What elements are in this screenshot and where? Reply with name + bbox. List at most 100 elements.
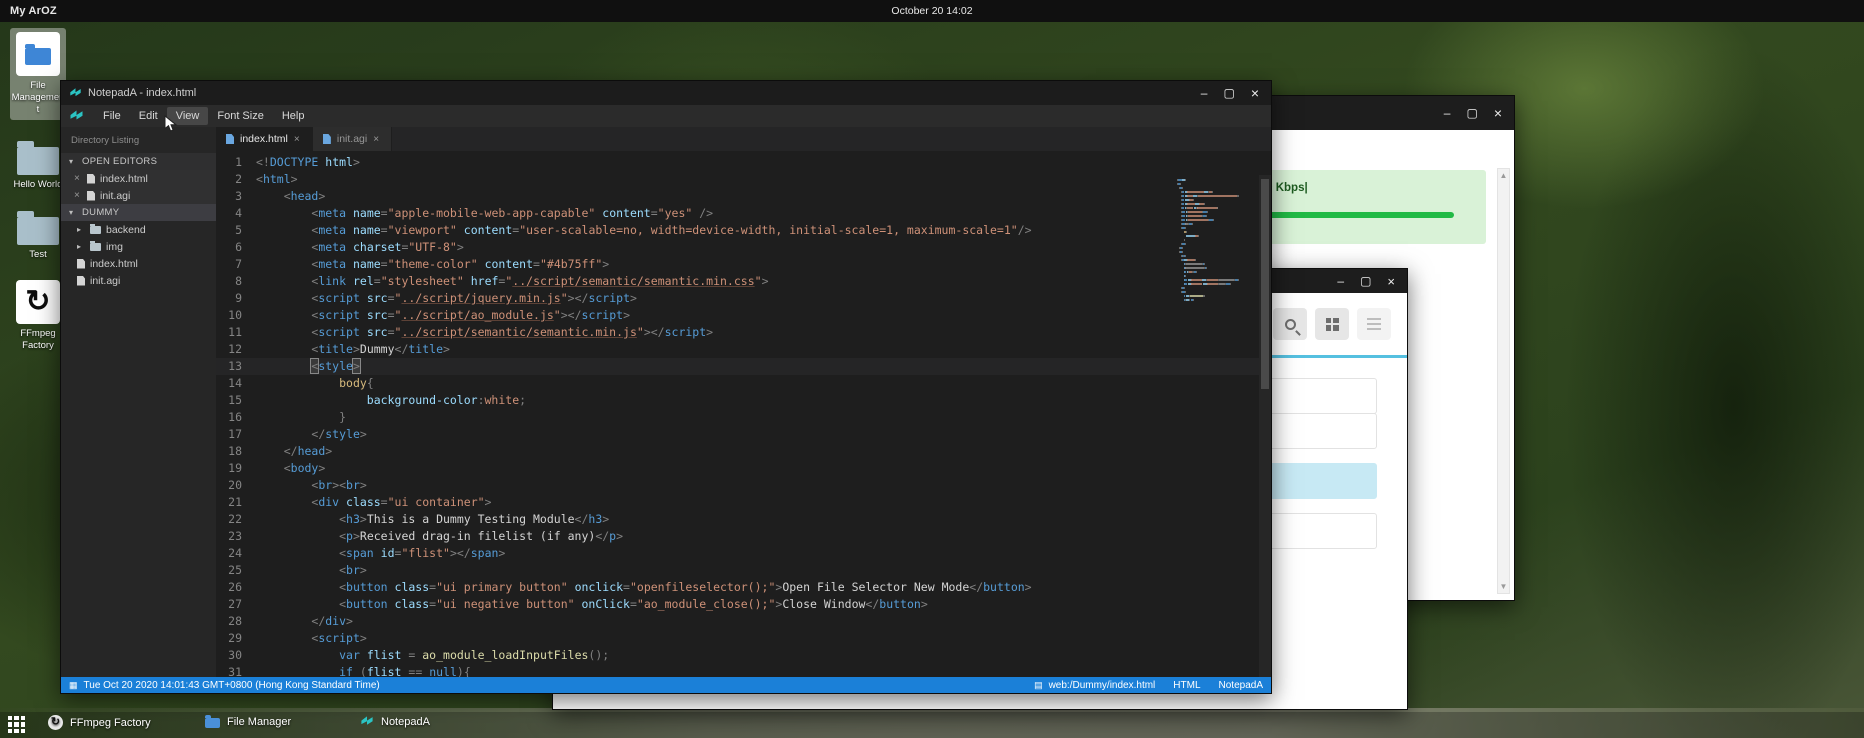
tab-index.html[interactable]: index.html× bbox=[216, 127, 313, 151]
recycle-icon: ↻ bbox=[48, 715, 63, 730]
chevron-down-icon: ▾ bbox=[69, 157, 77, 166]
window-titlebar[interactable]: NotepadA - index.html – ▢ × bbox=[61, 81, 1271, 105]
editor-tabbar: index.html×init.agi× bbox=[216, 127, 1271, 151]
code-line-18[interactable]: 18 </head> bbox=[216, 443, 1271, 460]
code-line-31[interactable]: 31 if (flist == null){ bbox=[216, 664, 1271, 677]
code-line-13[interactable]: 13 <style> bbox=[216, 358, 1271, 375]
minimize-icon[interactable]: – bbox=[1337, 275, 1344, 287]
close-icon[interactable]: × bbox=[74, 173, 82, 184]
code-line-14[interactable]: 14 body{ bbox=[216, 375, 1271, 392]
folder-icon bbox=[17, 147, 59, 175]
file-icon bbox=[77, 276, 85, 286]
scroll-up-icon[interactable]: ▲ bbox=[1500, 171, 1508, 180]
code-line-10[interactable]: 10 <script src="../script/ao_module.js">… bbox=[216, 307, 1271, 324]
code-line-30[interactable]: 30 var flist = ao_module_loadInputFiles(… bbox=[216, 647, 1271, 664]
desktop-icon-file-management[interactable]: File Management bbox=[10, 28, 66, 120]
maximize-icon[interactable]: ▢ bbox=[1360, 275, 1371, 287]
code-line-6[interactable]: 6 <meta charset="UTF-8"> bbox=[216, 239, 1271, 256]
minimize-icon[interactable]: – bbox=[1444, 107, 1451, 119]
section-dummy-folder[interactable]: ▾DUMMY bbox=[61, 204, 216, 221]
close-icon[interactable]: × bbox=[74, 190, 82, 201]
file-management-icon bbox=[16, 32, 60, 76]
scroll-down-icon[interactable]: ▼ bbox=[1500, 582, 1508, 591]
scrollbar[interactable]: ▲ ▼ bbox=[1497, 168, 1510, 594]
taskbar-item-ffmpeg-factory[interactable]: ↻ FFmpeg Factory bbox=[48, 715, 151, 730]
menu-edit[interactable]: Edit bbox=[130, 107, 167, 125]
code-line-19[interactable]: 19 <body> bbox=[216, 460, 1271, 477]
directory-sidebar: Directory Listing ▾OPEN EDITORS×index.ht… bbox=[61, 127, 216, 677]
code-line-24[interactable]: 24 <span id="flist"></span> bbox=[216, 545, 1271, 562]
minimap[interactable] bbox=[1177, 179, 1255, 303]
maximize-icon[interactable]: ▢ bbox=[1223, 87, 1234, 99]
search-icon bbox=[1285, 319, 1296, 330]
code-line-1[interactable]: 1<!DOCTYPE html> bbox=[216, 154, 1271, 171]
list-view-button[interactable] bbox=[1357, 308, 1391, 340]
system-topbar: My ArOZ October 20 14:02 bbox=[0, 0, 1864, 22]
code-line-28[interactable]: 28 </div> bbox=[216, 613, 1271, 630]
open-editor-index.html[interactable]: ×index.html bbox=[61, 170, 216, 187]
code-line-26[interactable]: 26 <button class="ui primary button" onc… bbox=[216, 579, 1271, 596]
file-icon bbox=[87, 191, 95, 201]
blue-folder-glyph bbox=[25, 48, 51, 65]
code-line-16[interactable]: 16 } bbox=[216, 409, 1271, 426]
desktop-icon-label: Hello World bbox=[11, 179, 65, 191]
chevron-right-icon: ▸ bbox=[77, 242, 85, 251]
window-title: NotepadA - index.html bbox=[88, 87, 196, 99]
code-line-8[interactable]: 8 <link rel="stylesheet" href="../script… bbox=[216, 273, 1271, 290]
code-line-29[interactable]: 29 <script> bbox=[216, 630, 1271, 647]
close-icon[interactable]: × bbox=[1251, 86, 1259, 100]
statusbar-filepath: web:/Dummy/index.html bbox=[1049, 680, 1156, 691]
open-editor-init.agi[interactable]: ×init.agi bbox=[61, 187, 216, 204]
search-button[interactable] bbox=[1273, 308, 1307, 340]
editor-scrollbar[interactable] bbox=[1259, 175, 1271, 677]
mouse-cursor bbox=[164, 115, 178, 136]
statusbar-language[interactable]: HTML bbox=[1173, 680, 1200, 691]
code-line-3[interactable]: 3 <head> bbox=[216, 188, 1271, 205]
grid-view-button[interactable] bbox=[1315, 308, 1349, 340]
code-line-11[interactable]: 11 <script src="../script/semantic/seman… bbox=[216, 324, 1271, 341]
desktop-icon-label: File Management bbox=[11, 80, 65, 116]
maximize-icon[interactable]: ▢ bbox=[1466, 107, 1477, 119]
code-line-17[interactable]: 17 </style> bbox=[216, 426, 1271, 443]
code-line-27[interactable]: 27 <button class="ui negative button" on… bbox=[216, 596, 1271, 613]
code-line-2[interactable]: 2<html> bbox=[216, 171, 1271, 188]
tree-item-index.html[interactable]: index.html bbox=[61, 255, 216, 272]
app-launcher-icon[interactable] bbox=[8, 716, 25, 733]
ffmpeg-factory-icon: ↻ bbox=[16, 280, 60, 324]
menu-help[interactable]: Help bbox=[273, 107, 314, 125]
section-open-editors[interactable]: ▾OPEN EDITORS bbox=[61, 153, 216, 170]
taskbar-item-file-manager[interactable]: File Manager bbox=[205, 715, 291, 728]
code-line-7[interactable]: 7 <meta name="theme-color" content="#4b7… bbox=[216, 256, 1271, 273]
code-line-12[interactable]: 12 <title>Dummy</title> bbox=[216, 341, 1271, 358]
close-icon[interactable]: × bbox=[294, 134, 302, 145]
taskbar-item-notepada[interactable]: NotepadA bbox=[360, 715, 430, 729]
code-line-22[interactable]: 22 <h3>This is a Dummy Testing Module</h… bbox=[216, 511, 1271, 528]
menu-file[interactable]: File bbox=[94, 107, 130, 125]
notepada-logo-icon bbox=[69, 87, 82, 100]
close-icon[interactable]: × bbox=[373, 134, 381, 145]
code-line-25[interactable]: 25 <br> bbox=[216, 562, 1271, 579]
sidebar-heading: Directory Listing bbox=[61, 127, 216, 153]
code-line-4[interactable]: 4 <meta name="apple-mobile-web-app-capab… bbox=[216, 205, 1271, 222]
close-icon[interactable]: × bbox=[1494, 106, 1502, 120]
desktop-icon-test[interactable]: Test bbox=[10, 203, 66, 265]
code-editor[interactable]: 1<!DOCTYPE html>2<html>3 <head>4 <meta n… bbox=[216, 151, 1271, 677]
minimize-icon[interactable]: – bbox=[1201, 87, 1208, 99]
desktop-icon-hello-world[interactable]: Hello World bbox=[10, 133, 66, 195]
code-line-23[interactable]: 23 <p>Received drag-in filelist (if any)… bbox=[216, 528, 1271, 545]
code-line-20[interactable]: 20 <br><br> bbox=[216, 477, 1271, 494]
code-line-5[interactable]: 5 <meta name="viewport" content="user-sc… bbox=[216, 222, 1271, 239]
code-line-15[interactable]: 15 background-color:white; bbox=[216, 392, 1271, 409]
desktop-icon-ffmpeg-factory[interactable]: ↻ FFmpeg Factory bbox=[10, 276, 66, 356]
code-line-9[interactable]: 9 <script src="../script/jquery.min.js">… bbox=[216, 290, 1271, 307]
tab-init.agi[interactable]: init.agi× bbox=[313, 127, 392, 151]
code-line-21[interactable]: 21 <div class="ui container"> bbox=[216, 494, 1271, 511]
close-icon[interactable]: × bbox=[1387, 275, 1395, 288]
tree-item-img[interactable]: ▸img bbox=[61, 238, 216, 255]
statusbar-datetime: Tue Oct 20 2020 14:01:43 GMT+0800 (Hong … bbox=[84, 680, 380, 691]
folder-icon bbox=[205, 718, 220, 728]
file-icon bbox=[226, 134, 234, 144]
tree-item-backend[interactable]: ▸backend bbox=[61, 221, 216, 238]
tree-item-init.agi[interactable]: init.agi bbox=[61, 272, 216, 289]
menu-font-size[interactable]: Font Size bbox=[208, 107, 272, 125]
